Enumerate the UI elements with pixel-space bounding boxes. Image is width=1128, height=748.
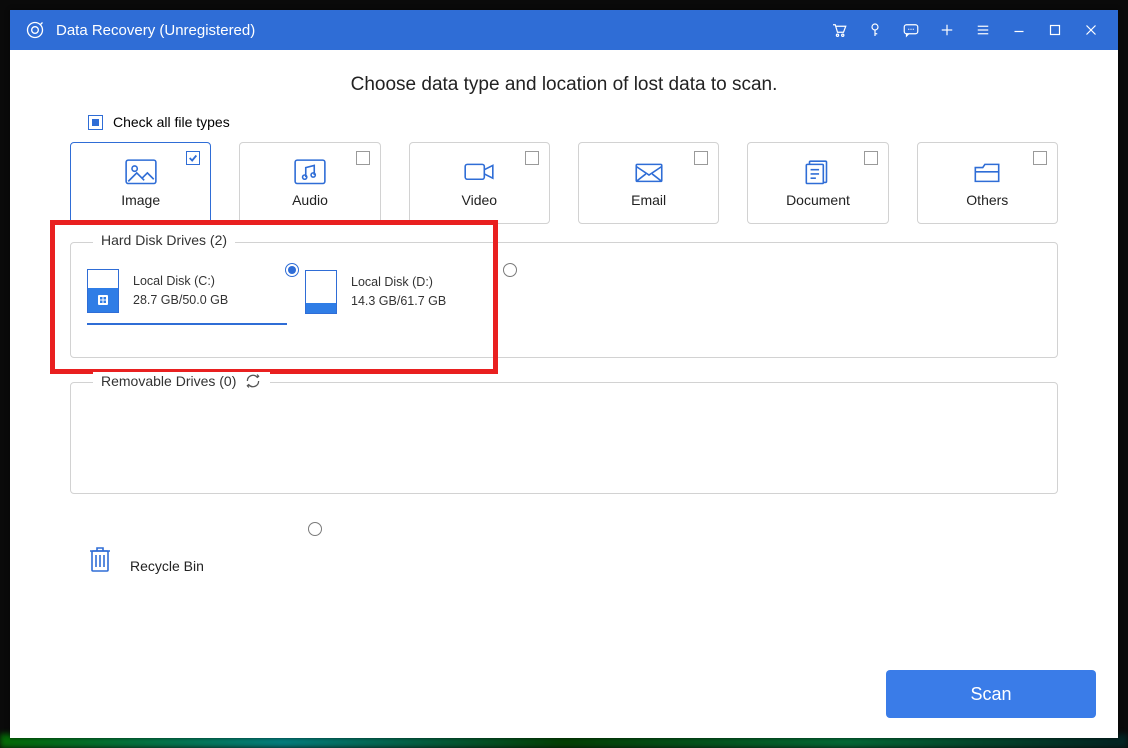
disk-icon [87,269,119,313]
recycle-bin-option[interactable]: Recycle Bin [88,522,298,574]
audio-icon [293,158,327,186]
refresh-icon[interactable] [244,372,262,390]
drive-c-radio[interactable] [285,263,299,277]
add-icon[interactable] [936,19,958,41]
content-area: Choose data type and location of lost da… [10,50,1118,738]
type-card-video[interactable]: Video [409,142,550,224]
app-title: Data Recovery (Unregistered) [56,22,828,39]
type-card-document[interactable]: Document [747,142,888,224]
feedback-icon[interactable] [900,19,922,41]
type-checkbox-video[interactable] [525,151,539,165]
recycle-bin-icon [88,542,112,574]
video-icon [462,158,496,186]
type-checkbox-image[interactable] [186,151,200,165]
type-label-others: Others [966,192,1008,208]
type-checkbox-others[interactable] [1033,151,1047,165]
type-checkbox-audio[interactable] [356,151,370,165]
document-icon [801,158,835,186]
key-icon[interactable] [864,19,886,41]
type-label-image: Image [121,192,160,208]
drive-d[interactable]: Local Disk (D:) 14.3 GB/61.7 GB [305,265,505,325]
type-card-email[interactable]: Email [578,142,719,224]
drive-d-radio[interactable] [503,263,517,277]
close-button[interactable] [1080,19,1102,41]
check-all-checkbox[interactable] [88,115,103,130]
type-checkbox-document[interactable] [864,151,878,165]
type-label-audio: Audio [292,192,328,208]
maximize-button[interactable] [1044,19,1066,41]
type-label-document: Document [786,192,850,208]
drive-d-usage: 14.3 GB/61.7 GB [351,292,446,311]
type-checkbox-email[interactable] [694,151,708,165]
menu-icon[interactable] [972,19,994,41]
drive-c-name: Local Disk (C:) [133,272,228,291]
recycle-radio[interactable] [308,522,322,536]
disk-icon [305,270,337,314]
others-icon [970,158,1004,186]
type-card-audio[interactable]: Audio [239,142,380,224]
image-icon [124,158,158,186]
minimize-button[interactable] [1008,19,1030,41]
titlebar-buttons [828,19,1110,41]
drive-c-usage: 28.7 GB/50.0 GB [133,291,228,310]
file-type-row: Image Audio Video [70,142,1058,224]
email-icon [632,158,666,186]
removable-legend: Removable Drives (0) [93,372,270,390]
app-logo-icon [24,19,46,41]
hdd-legend: Hard Disk Drives (2) [93,232,235,248]
removable-section: Removable Drives (0) [70,382,1058,494]
titlebar: Data Recovery (Unregistered) [10,10,1118,50]
type-label-video: Video [462,192,498,208]
scan-button[interactable]: Scan [886,670,1096,718]
type-card-others[interactable]: Others [917,142,1058,224]
drive-c[interactable]: Local Disk (C:) 28.7 GB/50.0 GB [87,265,287,325]
page-heading: Choose data type and location of lost da… [70,74,1058,96]
check-all-label: Check all file types [113,114,230,130]
hdd-section: Hard Disk Drives (2) Local Disk (C:) 2 [70,242,1058,358]
drive-d-name: Local Disk (D:) [351,273,446,292]
type-card-image[interactable]: Image [70,142,211,224]
type-label-email: Email [631,192,666,208]
recycle-bin-label: Recycle Bin [130,558,204,574]
cart-icon[interactable] [828,19,850,41]
app-window: Data Recovery (Unregistered) Choose data… [10,10,1118,738]
check-all-row[interactable]: Check all file types [88,114,1058,130]
